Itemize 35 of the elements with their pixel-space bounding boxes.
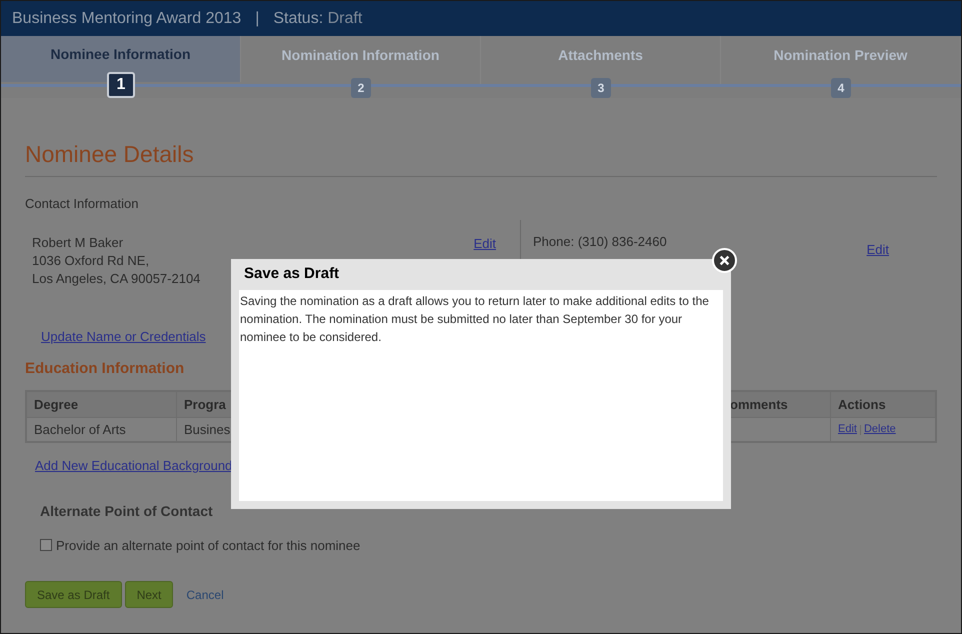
address-line: Robert M Baker (32, 234, 124, 252)
phone-text: Phone: (310) 836-2460 (533, 232, 667, 251)
step-number: 4 (831, 78, 851, 98)
table-cell: Bachelor of Arts (27, 418, 177, 441)
column-header: omments (730, 396, 789, 414)
edit-link[interactable]: Edit (474, 234, 496, 253)
add-education-link[interactable]: Add New Educational Background (35, 456, 232, 476)
close-icon[interactable] (712, 248, 737, 273)
step-number: 1 (107, 72, 135, 98)
table-cell-text: Busines (183, 420, 232, 439)
page-title: Nominee Details (25, 140, 195, 168)
dialog-title: Save as Draft (243, 264, 340, 284)
action-button[interactable]: Save as Draft (25, 581, 122, 608)
column-header: Progra (183, 396, 227, 414)
address-line: 1036 Oxford Rd NE, (32, 252, 150, 270)
alternate-contact-heading: Alternate Point of Contact (40, 502, 214, 520)
award-title: Business Mentoring Award 2013 (12, 8, 242, 28)
separator: | (255, 8, 260, 28)
action-link[interactable]: Edit (838, 421, 857, 438)
column-header: Degree (27, 392, 177, 417)
update-credentials-link[interactable]: Update Name or Credentials (41, 326, 206, 346)
step-number: 2 (351, 78, 371, 98)
status-text: Status: Draft (273, 8, 362, 28)
contact-heading: Contact Information (25, 195, 140, 213)
edit-link[interactable]: Edit (866, 240, 889, 259)
action-button[interactable]: Next (124, 581, 174, 608)
column-header: Actions (830, 392, 935, 417)
cancel-link[interactable]: Cancel (186, 586, 224, 604)
address-line: Los Angeles, CA 90057-2104 (32, 270, 200, 288)
checkbox-label: Provide an alternate point of contact for this nominee (56, 536, 360, 555)
action-link[interactable]: Delete (864, 421, 896, 438)
checkbox[interactable] (40, 539, 52, 552)
section-heading: Education Information (25, 360, 186, 378)
dialog-body: Saving the nomination as a draft allows you to return later to make additional edits to the nomination. The nomination must be submitted no later than September 30 for your nominee to be considered. (239, 290, 723, 501)
step-number: 3 (591, 78, 611, 98)
